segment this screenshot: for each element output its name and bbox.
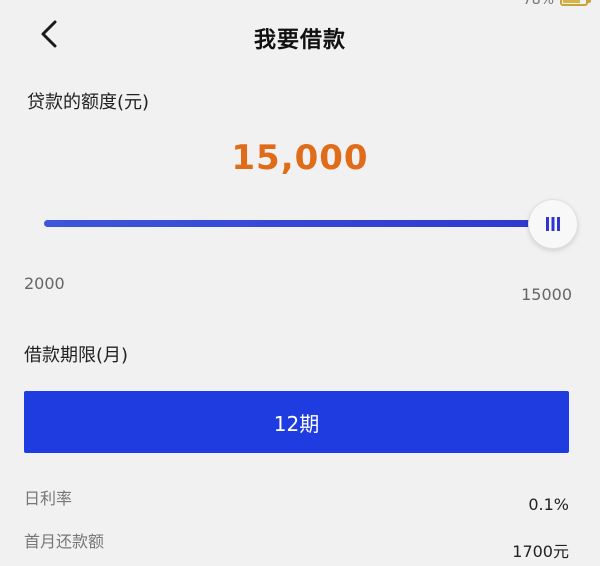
page-title: 我要借款 bbox=[253, 28, 346, 53]
daily-rate-label: 日利率 bbox=[24, 489, 73, 508]
header: 我要借款 bbox=[0, 0, 600, 80]
first-month-repayment-row: 首月还款额 1700元 bbox=[24, 528, 569, 561]
first-month-repayment-value: 1700元 bbox=[512, 542, 569, 561]
slider-max-label: 15000 bbox=[521, 285, 572, 304]
first-month-repayment-label: 首月还款额 bbox=[24, 532, 105, 551]
loan-term-select-button[interactable]: 12期 bbox=[24, 391, 569, 453]
loan-amount-slider[interactable] bbox=[44, 200, 579, 256]
loan-amount-value: 15,000 bbox=[231, 138, 369, 178]
slider-fill bbox=[44, 220, 553, 227]
grip-lines-icon bbox=[546, 217, 560, 231]
loan-term-label: 借款期限(月) bbox=[24, 345, 129, 366]
slider-min-label: 2000 bbox=[24, 274, 65, 293]
slider-track[interactable] bbox=[44, 220, 553, 227]
slider-thumb[interactable] bbox=[529, 200, 577, 248]
loan-amount-label: 贷款的额度(元) bbox=[27, 92, 150, 113]
daily-rate-row: 日利率 0.1% bbox=[24, 485, 569, 514]
daily-rate-value: 0.1% bbox=[528, 495, 569, 514]
